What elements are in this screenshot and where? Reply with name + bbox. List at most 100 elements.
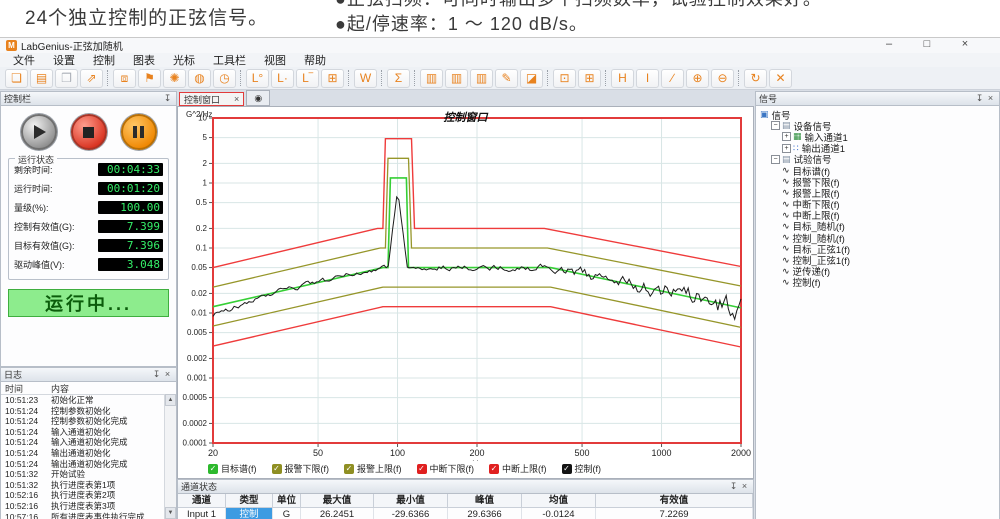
copy-window-button[interactable]: ⊞ <box>321 69 344 88</box>
open-folder-button[interactable]: ❒ <box>55 69 78 88</box>
minimize-button[interactable]: – <box>882 38 896 50</box>
stop-button[interactable] <box>71 114 107 150</box>
signal-icon: ∿ <box>782 188 790 197</box>
sphere-button[interactable]: ◍ <box>188 69 211 88</box>
print-button[interactable]: ⧈ <box>113 69 136 88</box>
menu-bar: 文件设置控制图表光标工具栏视图帮助 <box>0 53 1000 67</box>
close-icon[interactable]: × <box>162 369 173 380</box>
xtick-label: 500 <box>575 448 590 458</box>
table-cell: 29.6366 <box>448 508 522 519</box>
tab-close-icon[interactable]: × <box>234 94 239 104</box>
cursor-l-degree-button[interactable]: L° <box>246 69 269 88</box>
plus-expander-icon[interactable]: + <box>782 132 791 141</box>
save-button[interactable]: ▤ <box>30 69 53 88</box>
app-logo-icon: M <box>6 40 17 51</box>
legend-checkbox[interactable]: ✓ <box>272 464 282 474</box>
zoom-out-button[interactable]: ⊖ <box>711 69 734 88</box>
legend-checkbox[interactable]: ✓ <box>417 464 427 474</box>
menu-item-toolbars[interactable]: 工具栏 <box>204 52 255 68</box>
minus-expander-icon[interactable]: − <box>771 155 780 164</box>
cursor-slope-button[interactable]: ∕ <box>661 69 684 88</box>
menu-item-chart[interactable]: 图表 <box>124 52 164 68</box>
minus-expander-icon[interactable]: − <box>771 121 780 130</box>
settings-gear-button[interactable]: ✺ <box>163 69 186 88</box>
close-button[interactable]: × <box>958 38 972 50</box>
channel-status-caption: 通道状态 ↧ × <box>178 480 753 494</box>
legend-checkbox[interactable]: ✓ <box>208 464 218 474</box>
status-row: 控制有效值(G):7.399 <box>14 220 163 233</box>
cursor-i-button[interactable]: I <box>636 69 659 88</box>
legend-checkbox[interactable]: ✓ <box>344 464 354 474</box>
run-status-group: 运行状态 剩余时间:00:04:33运行时间:00:01:20量级(%):100… <box>8 158 169 280</box>
flag-button[interactable]: ⚑ <box>138 69 161 88</box>
tree-item-输出通道1[interactable]: +∷输出通道1 <box>756 143 999 154</box>
tree-item-输入通道1[interactable]: +▦输入通道1 <box>756 131 999 142</box>
cursor-l-dot-button[interactable]: L· <box>271 69 294 88</box>
log-time: 10:51:24 <box>1 416 47 426</box>
log-row: 10:51:32执行进度表第1项 <box>1 479 165 490</box>
device-signals-icon: ▤ <box>782 121 791 130</box>
log-scrollbar[interactable]: ▲ ▼ <box>164 394 176 519</box>
table-cell: -0.0124 <box>522 508 596 519</box>
cursor-slope-icon: ∕ <box>671 72 673 84</box>
xtick-label: 100 <box>390 448 405 458</box>
pin-icon[interactable]: ↧ <box>974 93 985 104</box>
status-row: 量级(%):100.00 <box>14 201 163 214</box>
zoom-in-button[interactable]: ⊕ <box>686 69 709 88</box>
restore-button[interactable]: □ <box>920 38 934 50</box>
menu-item-control[interactable]: 控制 <box>84 52 124 68</box>
pause-button[interactable] <box>121 114 157 150</box>
legend-checkbox[interactable]: ✓ <box>562 464 572 474</box>
signal-icon: ∿ <box>782 177 790 186</box>
status-value-lcd: 00:01:20 <box>98 182 163 195</box>
tree-item-设备信号[interactable]: −▤设备信号 <box>756 120 999 131</box>
chart-edit-button[interactable]: ✎ <box>495 69 518 88</box>
pin-icon[interactable]: ↧ <box>151 369 162 380</box>
log-panel: 日志 ↧ × 时间 内容 10:51:23初始化正常10:51:24控制参数初始… <box>0 367 177 519</box>
word-export-button[interactable]: W <box>354 69 377 88</box>
menu-item-view[interactable]: 视图 <box>255 52 295 68</box>
refresh-button[interactable]: ↻ <box>744 69 767 88</box>
bar-chart-3-button[interactable]: ▥ <box>470 69 493 88</box>
legend-checkbox[interactable]: ✓ <box>489 464 499 474</box>
menu-item-file[interactable]: 文件 <box>4 52 44 68</box>
cursor-h-button[interactable]: H <box>611 69 634 88</box>
tree-item-信号[interactable]: ▣信号 <box>756 109 999 120</box>
table-cell: -29.6366 <box>374 508 448 519</box>
menu-item-help[interactable]: 帮助 <box>295 52 335 68</box>
table-cell: 26.2451 <box>301 508 374 519</box>
tree-item-控制(f)[interactable]: ∿控制(f) <box>756 277 999 288</box>
sigma-button[interactable]: Σ <box>387 69 410 88</box>
snapshot-camera-icon[interactable]: ◉ <box>246 90 270 106</box>
plus-expander-icon[interactable]: + <box>782 144 791 153</box>
run-status-rows: 剩余时间:00:04:33运行时间:00:01:20量级(%):100.00控制… <box>14 163 163 271</box>
chart-shade-button[interactable]: ◪ <box>520 69 543 88</box>
menu-item-settings[interactable]: 设置 <box>44 52 84 68</box>
pin-icon[interactable]: ↧ <box>728 481 739 492</box>
app-window: M LabGenius-正弦加随机 – □ × 文件设置控制图表光标工具栏视图帮… <box>0 37 1000 519</box>
scroll-up-icon[interactable]: ▲ <box>165 394 176 406</box>
close-icon[interactable]: × <box>739 481 750 492</box>
scroll-down-icon[interactable]: ▼ <box>165 507 176 519</box>
close-icon[interactable]: × <box>985 93 996 104</box>
play-button[interactable] <box>21 114 57 150</box>
sphere-icon: ◍ <box>194 72 204 84</box>
new-file-button[interactable]: ❏ <box>5 69 28 88</box>
tab-control-window[interactable]: 控制窗口 × <box>179 92 244 106</box>
cursor-l-minus-button[interactable]: L‾ <box>296 69 319 88</box>
clock-button[interactable]: ◷ <box>213 69 236 88</box>
layout-grid-button[interactable]: ⊞ <box>578 69 601 88</box>
layout-grid-icon: ⊞ <box>584 72 594 84</box>
ytick-label: 0.02 <box>191 289 207 298</box>
input-channel-icon: ▦ <box>793 132 802 141</box>
pin-icon[interactable]: ↧ <box>162 93 173 104</box>
layout-single-button[interactable]: ⊡ <box>553 69 576 88</box>
chart-edit-icon: ✎ <box>501 72 511 84</box>
stop-icon <box>83 127 94 138</box>
menu-item-cursor[interactable]: 光标 <box>164 52 204 68</box>
export-button[interactable]: ⇗ <box>80 69 103 88</box>
bar-chart-1-button[interactable]: ▥ <box>420 69 443 88</box>
cancel-button[interactable]: ✕ <box>769 69 792 88</box>
bar-chart-2-button[interactable]: ▥ <box>445 69 468 88</box>
xtick-label: 50 <box>313 448 323 458</box>
